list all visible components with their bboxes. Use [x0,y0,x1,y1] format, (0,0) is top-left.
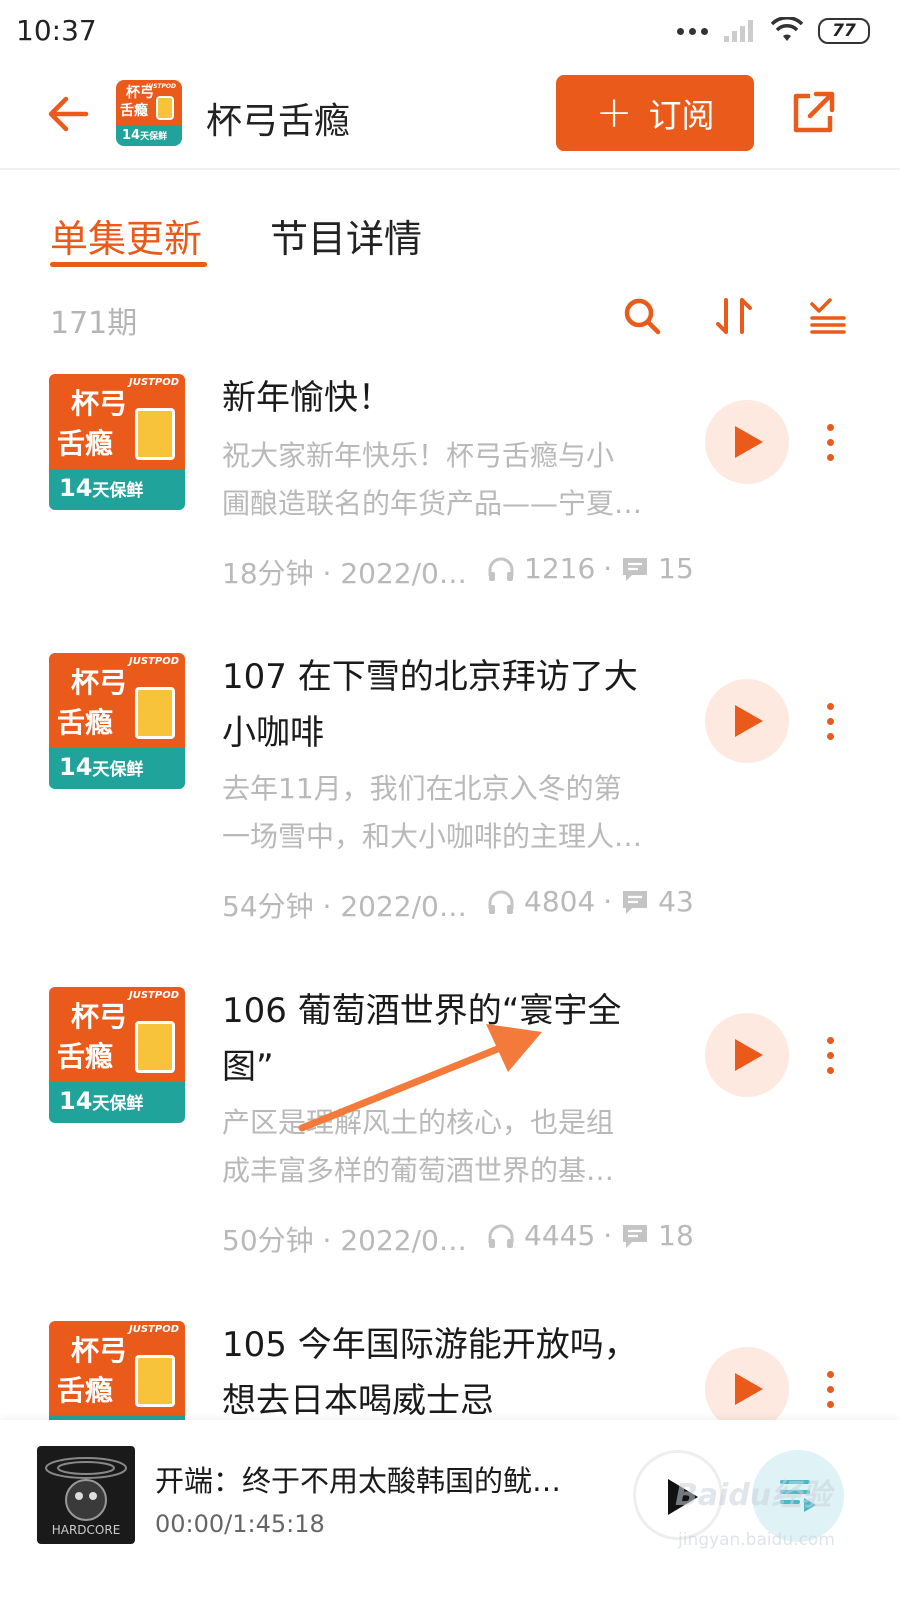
more-dots-icon [677,27,708,35]
episode-title: 新年愉快！ [222,378,392,418]
battery-indicator: 77 [818,18,870,44]
headphones-icon [488,890,514,914]
search-icon[interactable] [620,294,664,338]
status-icons: 77 [677,14,870,48]
share-icon[interactable] [788,88,838,138]
status-bar: 10:37 77 [0,0,900,62]
more-vertical-icon[interactable] [822,424,838,464]
headphones-icon [488,1224,514,1248]
episode-description: 祝大家新年快乐！杯弓舌瘾与小 圃酿造联名的年货产品——宁夏… [222,439,643,520]
podcast-logo: JUSTPOD 杯弓 舌瘾 14天保鲜 [116,80,182,146]
signal-icon [724,20,753,42]
comment-count: 43 [658,885,694,918]
play-icon [735,426,763,458]
play-icon [735,1373,763,1405]
play-icon [735,705,763,737]
now-playing-title: 开端：终于不用太酸韩国的鱿… [155,1464,562,1498]
play-count: 4445 [524,1219,596,1252]
tab-episodes[interactable]: 单集更新 [50,208,202,263]
episode-cover: JUSTPOD 杯弓 舌瘾 14天保鲜 [49,653,185,789]
headphones-icon [488,557,514,581]
episode-count: 171期 [50,306,138,341]
sort-icon[interactable] [712,294,756,338]
more-vertical-icon[interactable] [822,1371,838,1411]
play-button[interactable] [705,400,789,484]
episode-cover: JUSTPOD 杯弓 舌瘾 14天保鲜 [49,987,185,1123]
comment-icon [623,1224,648,1248]
now-playing-time: 00:00/1:45:18 [155,1510,325,1538]
episode-duration-date: 54分钟 · 2022/0… [222,890,467,923]
episode-cover: JUSTPOD 杯弓 舌瘾 14天保鲜 [49,374,185,510]
episode-description: 去年11月，我们在北京入冬的第 一场雪中，和大小咖啡的主理人… [222,772,643,853]
subscribe-label: 订阅 [648,96,715,135]
episode-description: 产区是理解风土的核心，也是组 成丰富多样的葡萄酒世界的基… [222,1106,615,1187]
episode-duration-date: 18分钟 · 2022/0… [222,557,467,590]
play-button[interactable] [705,679,789,763]
episode-item[interactable]: JUSTPOD 杯弓 舌瘾 14天保鲜 105 今年国际游能开放吗， 想去日本喝… [0,1307,900,1420]
subscribe-button[interactable]: + 订阅 [556,75,754,151]
play-icon [735,1039,763,1071]
episode-title: 107 在下雪的北京拜访了大 小咖啡 [222,657,638,753]
episode-item[interactable]: JUSTPOD 杯弓 舌瘾 14天保鲜 106 葡萄酒世界的“寰宇全 图” 产区… [0,973,900,1307]
episode-meta: 50分钟 · 2022/0… 4445 · 18 [222,1219,694,1257]
episode-meta: 18分钟 · 2022/0… 1216 · 15 [222,552,694,590]
plus-icon: + [595,87,633,138]
tab-indicator [50,262,207,267]
play-count: 4804 [524,885,596,918]
top-bar: JUSTPOD 杯弓 舌瘾 14天保鲜 杯弓舌瘾 + 订阅 [0,62,900,170]
episode-meta: 54分钟 · 2022/0… 4804 · 43 [222,885,694,923]
comment-icon [623,557,648,581]
episode-title: 105 今年国际游能开放吗， 想去日本喝威士忌 [222,1325,638,1420]
svg-text:HARDCORE: HARDCORE [52,1523,121,1537]
more-vertical-icon[interactable] [822,1037,838,1077]
more-vertical-icon[interactable] [822,703,838,743]
tab-details[interactable]: 节目详情 [270,208,422,263]
back-arrow-icon[interactable] [44,90,92,138]
status-time: 10:37 [16,14,97,47]
filter-list-icon[interactable] [806,294,850,338]
comment-count: 15 [658,552,694,585]
episode-cover: JUSTPOD 杯弓 舌瘾 14天保鲜 [49,1321,185,1420]
play-button[interactable] [705,1013,789,1097]
watermark-url: jingyan.baidu.com [678,1530,835,1550]
play-count: 1216 [524,552,596,585]
wifi-icon [770,17,804,41]
episode-item[interactable]: JUSTPOD 杯弓 舌瘾 14天保鲜 107 在下雪的北京拜访了大 小咖啡 去… [0,639,900,973]
episode-list: JUSTPOD 杯弓 舌瘾 14天保鲜 新年愉快！ 祝大家新年快乐！杯弓舌瘾与小… [0,360,900,1420]
podcast-title: 杯弓舌瘾 [206,101,351,142]
comment-icon [623,890,648,914]
mini-player-cover: HARDCORE [37,1446,135,1544]
comment-count: 18 [658,1219,694,1252]
play-button[interactable] [705,1347,789,1420]
episode-title: 106 葡萄酒世界的“寰宇全 图” [222,991,622,1087]
tab-bar: 单集更新 节目详情 [0,170,900,280]
episode-toolbar: 171期 [0,280,900,360]
episode-duration-date: 50分钟 · 2022/0… [222,1224,467,1257]
watermark: Baidu经验 [675,1478,832,1513]
